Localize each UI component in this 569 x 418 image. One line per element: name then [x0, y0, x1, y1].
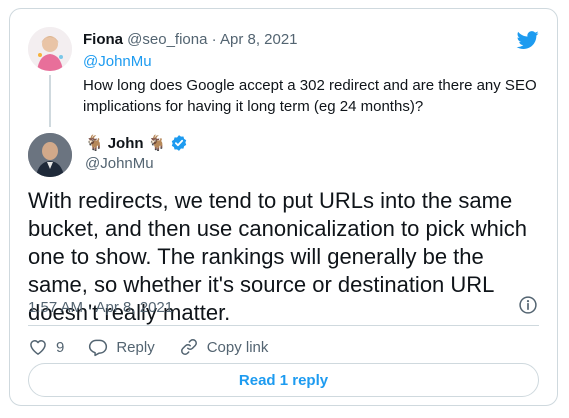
copy-link-label: Copy link — [206, 338, 269, 356]
parent-tweet-text: How long does Google accept a 302 redire… — [83, 77, 537, 115]
parent-header: Fiona @seo_fiona · Apr 8, 2021 — [83, 31, 298, 48]
parent-author-handle[interactable]: @seo_fiona — [127, 31, 207, 48]
copy-link-button[interactable]: Copy link — [179, 337, 269, 357]
link-icon — [180, 339, 197, 355]
action-bar: 9 Reply Copy link — [28, 329, 292, 365]
like-button[interactable]: 9 — [28, 337, 64, 357]
main-author-handle[interactable]: @JohnMu — [85, 155, 154, 172]
reply-button[interactable]: Reply — [88, 337, 155, 357]
avatar-photo — [28, 133, 72, 177]
reply-icon — [89, 339, 108, 357]
reply-label: Reply — [116, 338, 155, 356]
goat-emoji: 🐐 — [147, 135, 167, 152]
thread-line — [49, 75, 51, 127]
main-author-name[interactable]: John — [108, 135, 144, 152]
divider — [28, 325, 539, 326]
info-icon[interactable] — [518, 295, 538, 315]
goat-emoji: 🐐 — [85, 135, 104, 152]
parent-avatar[interactable] — [28, 27, 72, 71]
twitter-bird-icon[interactable] — [515, 29, 541, 51]
avatar-illustration — [28, 27, 72, 71]
replying-to-link[interactable]: @JohnMu — [83, 53, 152, 70]
tweet-card: Fiona @seo_fiona · Apr 8, 2021 @JohnMu H… — [9, 8, 558, 406]
tweet-timestamp[interactable]: 1:57 AM · Apr 8, 2021 — [28, 299, 173, 316]
like-count: 9 — [56, 338, 65, 356]
heart-icon — [30, 340, 46, 355]
read-reply-button[interactable]: Read 1 reply — [28, 363, 539, 397]
main-avatar[interactable] — [28, 133, 72, 177]
main-name-row: 🐐 John 🐐 — [85, 134, 188, 152]
verified-badge-icon — [172, 135, 187, 151]
parent-author-name[interactable]: Fiona — [83, 31, 123, 48]
parent-date[interactable]: Apr 8, 2021 — [220, 31, 298, 48]
header-separator: · — [211, 31, 217, 48]
